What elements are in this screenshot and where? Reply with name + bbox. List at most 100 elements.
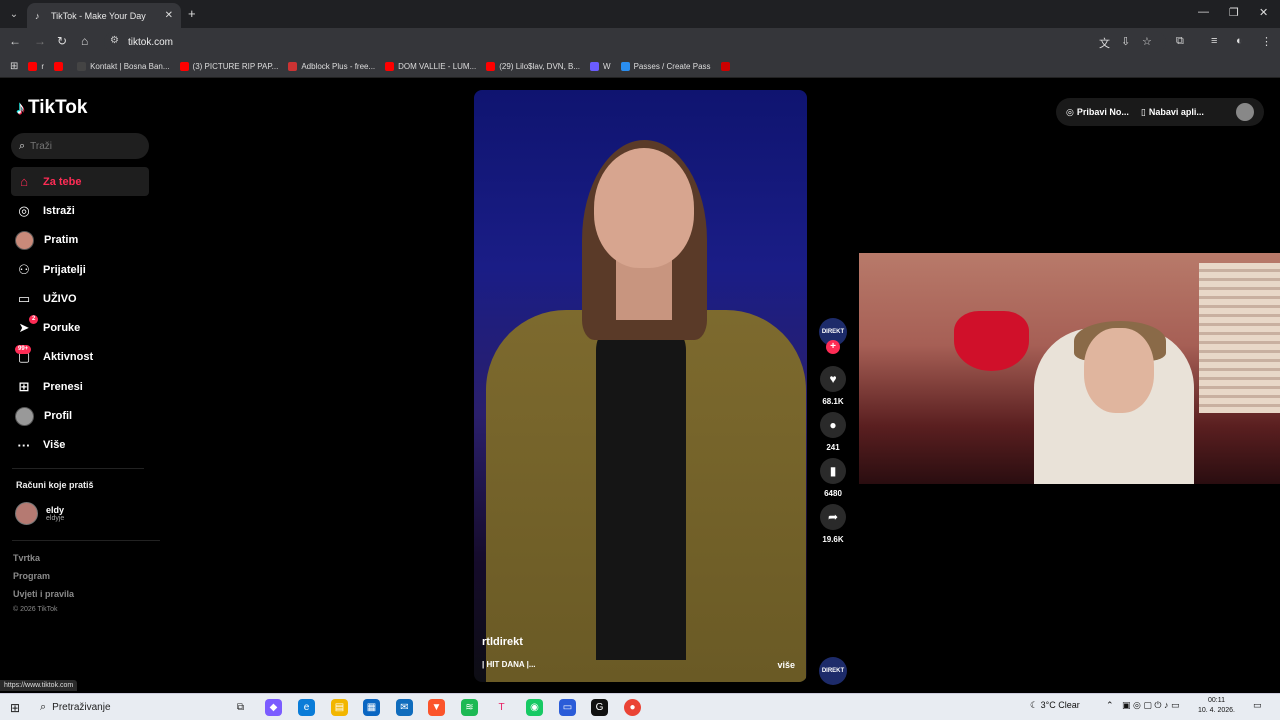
nav-item-istrazi[interactable]: ◎ Istraži: [11, 196, 149, 225]
browser-tab-strip: ⌄ ♪ TikTok - Make Your Day ✕ + — ❐ ✕: [0, 0, 1280, 28]
comment-icon[interactable]: ●: [820, 412, 846, 438]
minimize-icon[interactable]: —: [1198, 6, 1209, 18]
forward-icon[interactable]: →: [34, 34, 46, 48]
bookmark-item[interactable]: Passes / Create Pass: [620, 62, 711, 71]
notification-icon[interactable]: ▭: [1253, 700, 1262, 711]
footer-link-uvjeti[interactable]: Uvjeti i pravila: [13, 589, 74, 607]
like-action[interactable]: ♥ 68.1K: [815, 366, 851, 406]
chrome-menu-icon[interactable]: ⋮: [1261, 35, 1272, 48]
tab-close-icon[interactable]: ✕: [165, 10, 173, 21]
apps-grid-icon[interactable]: ⊞: [10, 61, 18, 72]
nav-item-aktivnost[interactable]: ▢ 99+ Aktivnost: [11, 343, 149, 372]
back-icon[interactable]: ←: [9, 34, 21, 48]
nav-item-vise[interactable]: ··· Više: [11, 431, 149, 460]
generic-app-icon[interactable]: G: [591, 699, 608, 716]
taskbar-search[interactable]: ⌕ Pretraživanje: [34, 697, 224, 718]
translate-icon[interactable]: 文: [1099, 35, 1110, 51]
bookmark-item[interactable]: Kontakt | Bosna Ban...: [77, 62, 170, 71]
following-heading: Računi koje pratiš: [16, 480, 94, 490]
url-text: tiktok.com: [128, 36, 174, 48]
account-name: eldy: [46, 505, 65, 515]
avatar[interactable]: [1236, 103, 1254, 121]
creator-avatar[interactable]: DIREKT +: [819, 318, 847, 354]
clock[interactable]: 00:11 10. 4. 2026.: [1198, 696, 1235, 716]
tiktok-logo[interactable]: ♪ TikTok: [16, 97, 87, 119]
reload-icon[interactable]: ↻: [57, 34, 67, 48]
game-app-icon[interactable]: ◉: [526, 699, 543, 716]
new-tab-button[interactable]: +: [188, 6, 196, 21]
address-bar[interactable]: ⚙ tiktok.com: [104, 31, 1166, 53]
bookmark-item[interactable]: [54, 62, 67, 71]
site-info-icon[interactable]: ⚙: [110, 35, 119, 46]
comment-action[interactable]: ● 241: [815, 412, 851, 452]
bookmark-item[interactable]: DOM VALLIE - LUM...: [385, 62, 476, 71]
heart-decoration: [954, 311, 1029, 371]
share-action[interactable]: ➦ 19.6K: [815, 504, 851, 544]
chrome-icon[interactable]: ●: [624, 699, 641, 716]
nav-item-prijatelji[interactable]: ⚇ Prijatelji: [11, 255, 149, 284]
extensions-icon[interactable]: ⧉: [1176, 35, 1184, 48]
brave-icon[interactable]: ▼: [428, 699, 445, 716]
spotify-icon[interactable]: ≋: [461, 699, 478, 716]
search-input[interactable]: [30, 140, 131, 152]
video-player[interactable]: rtldirekt | HIT DANA |... više: [474, 90, 807, 682]
get-app-button[interactable]: ▯ Nabavi apli...: [1141, 107, 1204, 118]
close-window-icon[interactable]: ✕: [1259, 6, 1268, 19]
followed-account[interactable]: eldy eldyje: [15, 502, 64, 525]
bookmarks-bar: ⊞ r Kontakt | Bosna Ban... (3) PICTURE R…: [0, 56, 1280, 78]
nav-item-za-tebe[interactable]: ⌂ Za tebe: [11, 167, 149, 197]
more-button[interactable]: više: [777, 660, 795, 670]
heart-icon[interactable]: ♥: [820, 366, 846, 392]
footer-link-program[interactable]: Program: [13, 571, 74, 589]
bookmark-item[interactable]: (3) PICTURE RIP PAP...: [179, 62, 278, 71]
tray-icons[interactable]: ▣ ◎ ▢ ⏻ ♪ ▭: [1122, 700, 1180, 711]
nav-item-profil[interactable]: Profil: [11, 401, 149, 430]
live-tv-icon: ▭: [17, 290, 31, 306]
media-control-icon[interactable]: ≡: [1211, 35, 1217, 47]
search-box[interactable]: ⌕: [11, 133, 149, 159]
share-arrow-icon[interactable]: ➦: [820, 504, 846, 530]
follow-plus-icon[interactable]: +: [826, 340, 840, 354]
windows-start-icon[interactable]: ⊞: [10, 701, 20, 715]
nav-item-pratim[interactable]: Pratim: [11, 226, 149, 255]
bookmark-item[interactable]: (29) Lilo$lav, DVN, B...: [486, 62, 580, 71]
bookmark-icon[interactable]: ▮: [820, 458, 846, 484]
bookmark-star-icon[interactable]: ☆: [1142, 35, 1152, 48]
outlook-icon[interactable]: ✉: [396, 699, 413, 716]
profile-icon[interactable]: ◐: [1236, 35, 1243, 47]
more-dots-icon: ···: [17, 437, 31, 453]
copilot-icon[interactable]: ◆: [265, 699, 282, 716]
edge-icon[interactable]: e: [298, 699, 315, 716]
status-url: https://www.tiktok.com: [0, 680, 78, 691]
weather-widget[interactable]: ☾ 3°C Clear: [1030, 700, 1080, 711]
music-disc-icon[interactable]: DIREKT: [819, 657, 847, 685]
bookmark-item[interactable]: W: [590, 62, 611, 71]
nav-item-uzivo[interactable]: ▭ UŽIVO: [11, 284, 149, 313]
avatar: [15, 502, 38, 525]
bookmark-item[interactable]: Adblock Plus - free...: [288, 62, 375, 71]
nav-item-poruke[interactable]: ➤ 2 Poruke: [11, 313, 149, 342]
browser-tab[interactable]: ♪ TikTok - Make Your Day ✕: [27, 3, 181, 28]
tiktok-favicon-icon: ♪: [35, 10, 40, 21]
footer-link-tvrtka[interactable]: Tvrtka: [13, 553, 74, 571]
home-icon[interactable]: ⌂: [81, 34, 88, 48]
task-view-icon[interactable]: ⧉: [232, 699, 249, 716]
top-right-actions: ◎ Pribavi No... ▯ Nabavi apli...: [1056, 98, 1264, 126]
save-action[interactable]: ▮ 6480: [815, 458, 851, 498]
video-description: | HIT DANA |...: [482, 660, 536, 669]
video-username[interactable]: rtldirekt: [482, 636, 523, 648]
activity-count-badge: 99+: [15, 344, 32, 354]
bookmark-item[interactable]: [720, 62, 734, 71]
nav-item-prenesi[interactable]: ⊞ Prenesi: [11, 372, 149, 401]
windows-taskbar: ⊞ ⌕ Pretraživanje ⧉ ◆ e ▤ ▦ ✉ ▼ ≋ T ◉ ▭ …: [0, 693, 1280, 720]
restore-icon[interactable]: ❐: [1229, 6, 1239, 19]
file-explorer-icon[interactable]: ▤: [331, 699, 348, 716]
tray-chevron-icon[interactable]: ⌃: [1106, 700, 1114, 711]
bookmark-item[interactable]: r: [28, 62, 44, 71]
install-app-icon[interactable]: ⇩: [1121, 35, 1130, 48]
get-coins-button[interactable]: ◎ Pribavi No...: [1066, 107, 1129, 118]
tab-search-button[interactable]: ⌄: [5, 5, 23, 23]
text-app-icon[interactable]: T: [493, 699, 510, 716]
desktop-app-icon[interactable]: ▭: [559, 699, 576, 716]
store-icon[interactable]: ▦: [363, 699, 380, 716]
